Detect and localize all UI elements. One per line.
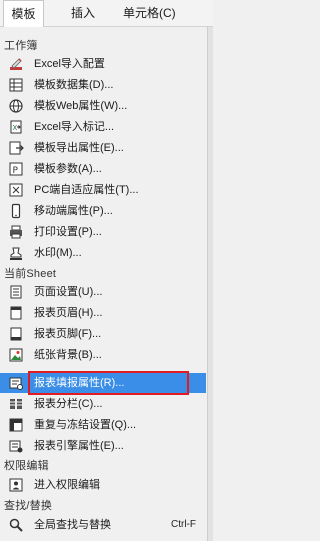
menu-item-print-settings[interactable]: 打印设置(P)...: [0, 222, 206, 242]
menu-item-excel-import-config[interactable]: Excel导入配置: [0, 54, 206, 74]
mobile-icon: [8, 203, 24, 219]
menu-item-mobile-attributes[interactable]: 移动端属性(P)...: [0, 201, 206, 221]
menu-item-template-dataset[interactable]: 模板数据集(D)...: [0, 75, 206, 95]
menu-item-label: 水印(M)...: [34, 247, 82, 259]
menu-item-watermark[interactable]: 水印(M)...: [0, 243, 206, 263]
menu-item-label: 重复与冻结设置(Q)...: [34, 419, 137, 431]
excel-mark-icon: X: [8, 119, 24, 135]
pc-adaptive-icon: [8, 182, 24, 198]
menu-item-report-footer[interactable]: 报表页脚(F)...: [0, 324, 206, 344]
menu-item-label: 模板参数(A)...: [34, 163, 102, 175]
web-globe-icon: [8, 98, 24, 114]
menu-item-label: 模板导出属性(E)...: [34, 142, 124, 154]
menu-item-pc-adaptive-attributes[interactable]: PC端自适应属性(T)...: [0, 180, 206, 200]
menu-item-paper-background[interactable]: 纸张背景(B)...: [0, 345, 206, 365]
menu-item-label: 模板Web属性(W)...: [34, 100, 128, 112]
menu-item-report-fill-attributes[interactable]: 报表填报属性(R)...: [0, 373, 206, 393]
menu-item-report-columns[interactable]: 报表分栏(C)...: [0, 394, 206, 414]
menu-item-repeat-freeze-settings[interactable]: 重复与冻结设置(Q)...: [0, 415, 206, 435]
columns-icon: [8, 396, 24, 412]
engine-icon: [8, 438, 24, 454]
menu-item-label: 报表引擎属性(E)...: [34, 440, 124, 452]
menu-item-label: 页面设置(U)...: [34, 286, 103, 298]
menu-item-label: Excel导入配置: [34, 58, 105, 70]
printer-icon: [8, 224, 24, 240]
menu-item-template-parameters[interactable]: P 模板参数(A)...: [0, 159, 206, 179]
fill-attribute-icon: [8, 375, 24, 391]
menu-item-report-header[interactable]: 报表页眉(H)...: [0, 303, 206, 323]
menu-item-label: 全局查找与替换: [34, 519, 111, 531]
menu-scroll-edge: [207, 27, 213, 541]
watermark-icon: [8, 245, 24, 261]
section-current-sheet-header: 当前Sheet: [4, 268, 57, 280]
tab-template[interactable]: 模板: [3, 0, 44, 27]
menu-item-enter-permission-edit[interactable]: 进入权限编辑: [0, 475, 206, 495]
freeze-icon: [8, 417, 24, 433]
menu-item-label: PC端自适应属性(T)...: [34, 184, 139, 196]
dataset-icon: [8, 77, 24, 93]
menu-item-excel-import-mark[interactable]: X Excel导入标记...: [0, 117, 206, 137]
tab-insert[interactable]: 插入: [54, 0, 102, 27]
svg-text:P: P: [13, 166, 19, 176]
footer-icon: [8, 326, 24, 342]
menu-bar: 模板 插入 单元格(C): [0, 0, 213, 27]
find-replace-icon: [8, 517, 24, 533]
menu-item-page-setup[interactable]: 页面设置(U)...: [0, 282, 206, 302]
menu-item-label: 报表页脚(F)...: [34, 328, 102, 340]
menu-item-template-web-attributes[interactable]: 模板Web属性(W)...: [0, 96, 206, 116]
export-icon: [8, 140, 24, 156]
menu-item-label: 报表页眉(H)...: [34, 307, 103, 319]
menu-item-label: 模板数据集(D)...: [34, 79, 114, 91]
shortcut-label: Ctrl-F: [171, 519, 196, 530]
page-setup-icon: [8, 284, 24, 300]
menu-item-label: 进入权限编辑: [34, 479, 100, 491]
menu-item-label: 移动端属性(P)...: [34, 205, 113, 217]
tab-cell[interactable]: 单元格(C): [112, 0, 213, 27]
menu-item-global-find-replace[interactable]: 全局查找与替换 Ctrl-F: [0, 515, 206, 535]
paper-background-icon: [8, 347, 24, 363]
menu-item-report-engine-attributes[interactable]: 报表引擎属性(E)...: [0, 436, 206, 456]
menu-item-label: 报表填报属性(R)...: [34, 377, 125, 389]
permission-icon: [8, 477, 24, 493]
template-dropdown-menu: 工作簿 Excel导入配置 模板数据集(D)... 模板Web属性(W)... …: [0, 27, 213, 541]
section-permission-header: 权限编辑: [4, 460, 49, 472]
header-icon: [8, 305, 24, 321]
parameter-icon: P: [8, 161, 24, 177]
section-workbook-header: 工作簿: [4, 40, 38, 52]
excel-import-icon: [8, 56, 24, 72]
section-find-header: 查找/替换: [4, 500, 53, 512]
menu-item-template-export-attributes[interactable]: 模板导出属性(E)...: [0, 138, 206, 158]
menu-item-label: Excel导入标记...: [34, 121, 115, 133]
svg-text:X: X: [13, 124, 18, 132]
menu-item-label: 打印设置(P)...: [34, 226, 102, 238]
menu-item-label: 纸张背景(B)...: [34, 349, 102, 361]
menu-item-label: 报表分栏(C)...: [34, 398, 103, 410]
